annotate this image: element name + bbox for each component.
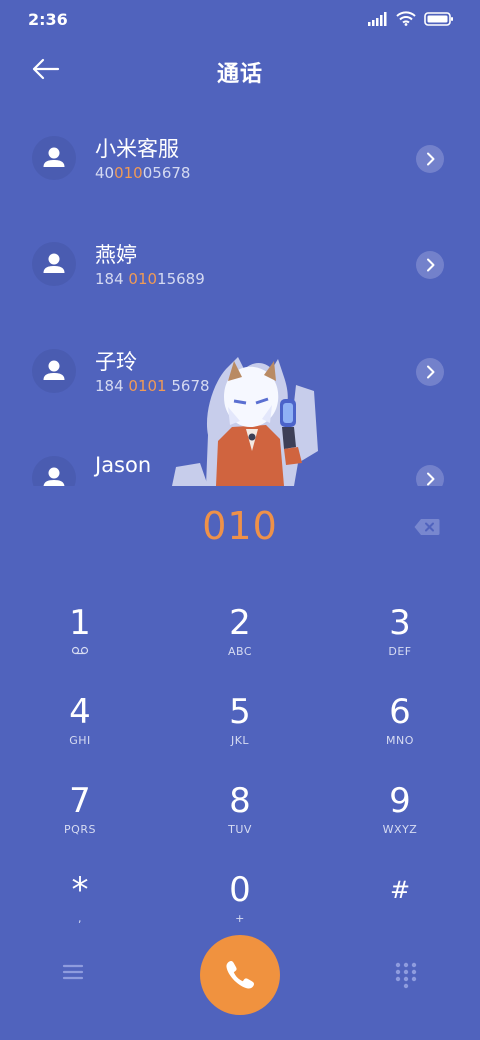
matched-digits: 010 <box>128 270 158 288</box>
dial-key-8[interactable]: 8 TUV <box>180 781 300 861</box>
avatar <box>32 456 76 486</box>
status-time: 2:36 <box>28 10 68 29</box>
dial-key-9[interactable]: 9 WXYZ <box>340 781 460 861</box>
chevron-right-icon <box>427 365 435 379</box>
dial-key-7[interactable]: 7 PQRS <box>20 781 140 861</box>
contact-detail-button[interactable] <box>416 145 444 173</box>
contact-name: 燕婷 <box>95 243 137 267</box>
person-icon <box>43 147 65 167</box>
contact-name: 子玲 <box>95 350 137 374</box>
signal-icon <box>368 11 387 26</box>
dial-key-3[interactable]: 3 DEF <box>340 603 460 683</box>
dial-key-2[interactable]: 2 ABC <box>180 603 300 683</box>
header: 通话 <box>0 40 480 100</box>
wifi-icon <box>396 11 416 26</box>
avatar <box>32 242 76 286</box>
dial-key-star[interactable]: * , <box>20 870 140 950</box>
contact-row[interactable]: 小米客服 4001005678 <box>0 105 480 211</box>
contact-detail-button[interactable] <box>416 358 444 386</box>
battery-icon <box>424 11 453 26</box>
dialed-number-display: 010 <box>202 504 278 548</box>
phone-icon <box>226 961 254 989</box>
menu-icon[interactable] <box>62 963 84 981</box>
dial-key-5[interactable]: 5 JKL <box>180 692 300 772</box>
contact-detail-button[interactable] <box>416 465 444 486</box>
matched-digits: 010 <box>114 164 143 182</box>
dialpad-icon[interactable] <box>395 962 417 990</box>
contact-detail-button[interactable] <box>416 251 444 279</box>
contact-number: 4001005678 <box>95 164 191 182</box>
avatar <box>32 349 76 393</box>
contact-number: 184 01015689 <box>95 270 205 288</box>
status-bar: 2:36 <box>0 0 480 40</box>
anime-character-sticker <box>172 357 318 486</box>
backspace-icon[interactable] <box>414 518 440 536</box>
chevron-right-icon <box>427 472 435 486</box>
dial-key-4[interactable]: 4 GHI <box>20 692 140 772</box>
chevron-right-icon <box>427 258 435 272</box>
dial-key-hash[interactable]: # <box>340 870 460 950</box>
dial-key-6[interactable]: 6 MNO <box>340 692 460 772</box>
contact-row[interactable]: 燕婷 184 01015689 <box>0 211 480 317</box>
person-icon <box>43 253 65 273</box>
call-button[interactable] <box>200 935 280 1015</box>
person-icon <box>43 467 65 486</box>
page-title: 通话 <box>216 62 263 87</box>
avatar <box>32 136 76 180</box>
chevron-right-icon <box>427 152 435 166</box>
contact-name: Jason <box>95 453 152 477</box>
matched-digits: 0101 <box>128 377 167 395</box>
person-icon <box>43 360 65 380</box>
contact-name: 小米客服 <box>95 137 179 161</box>
dial-key-1[interactable]: 1 <box>20 603 140 683</box>
voicemail-icon <box>71 646 89 655</box>
